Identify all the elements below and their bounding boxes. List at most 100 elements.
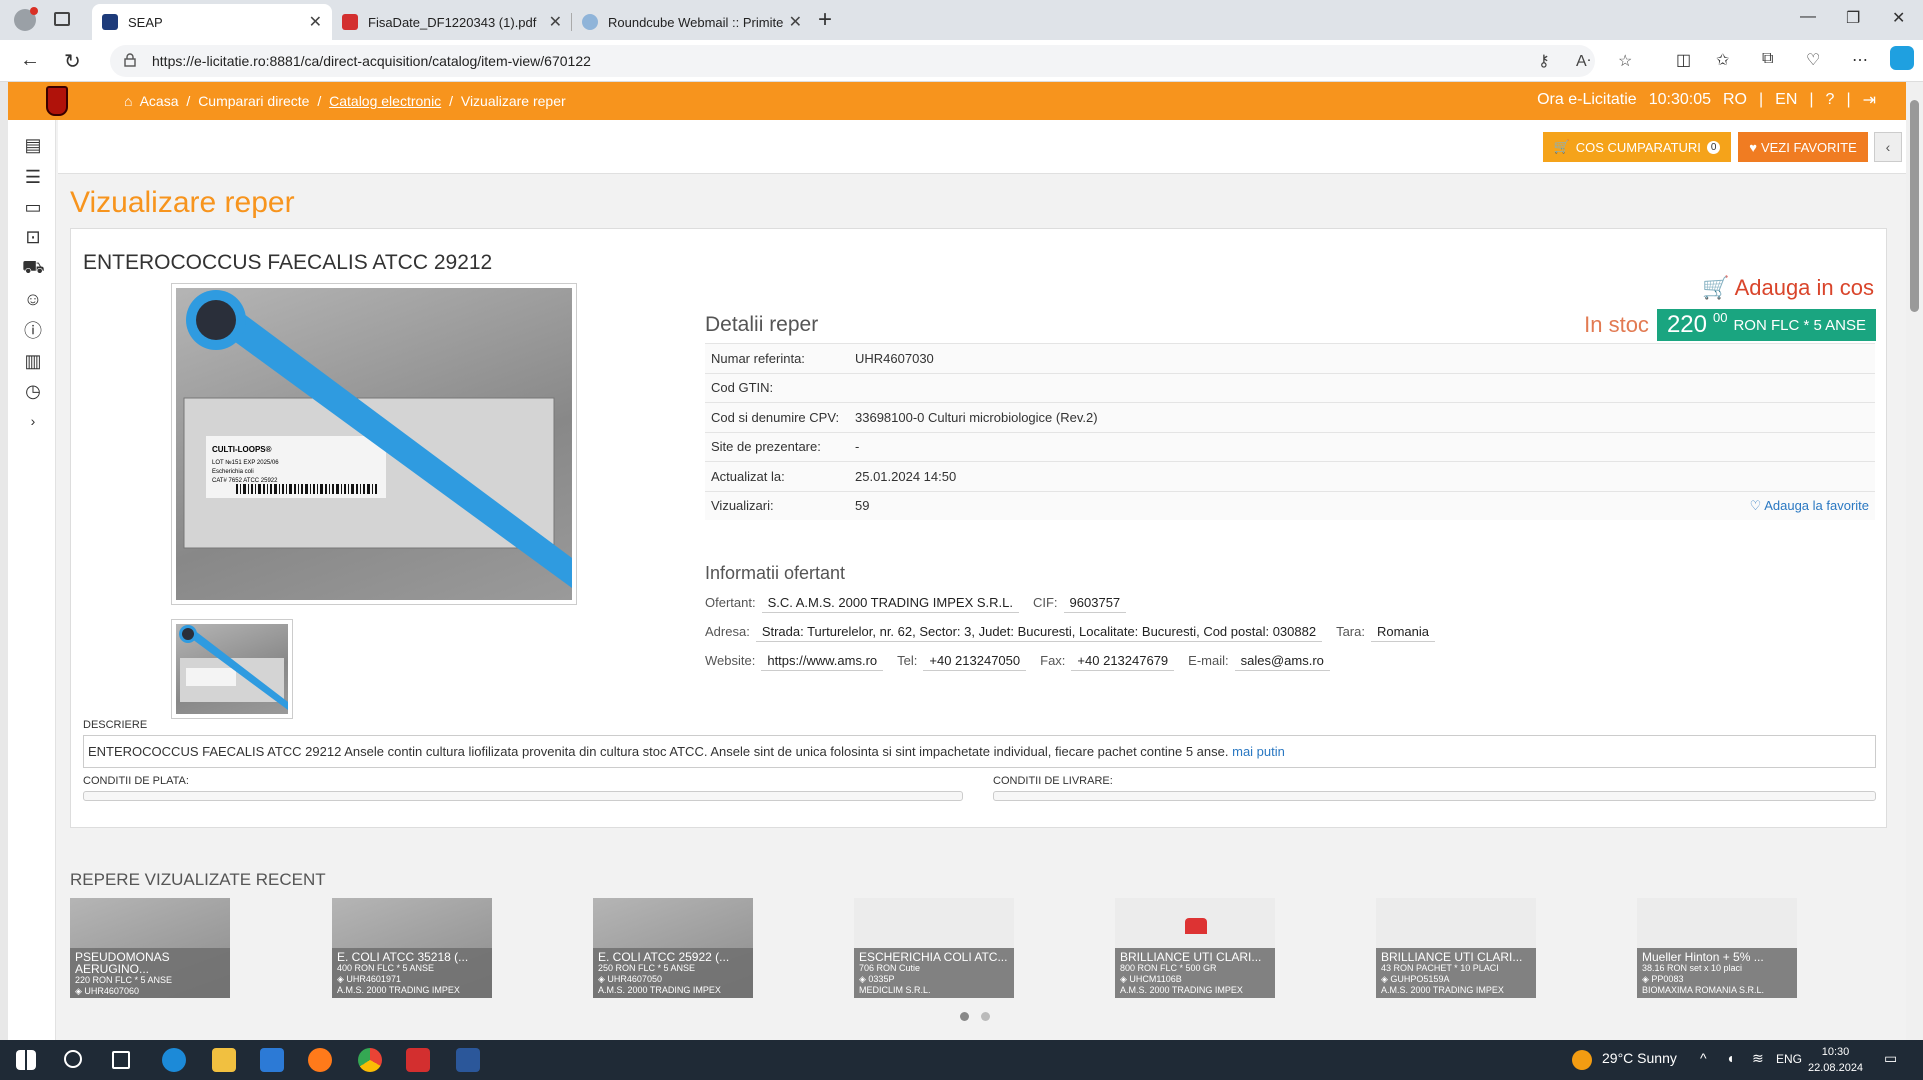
- svg-text:CAT# 7652 ATCC 25922: CAT# 7652 ATCC 25922: [212, 478, 278, 484]
- copilot-icon[interactable]: [1890, 46, 1914, 70]
- notifications-icon[interactable]: ▭: [1884, 1050, 1897, 1067]
- cart-icon: 🛒: [1702, 275, 1730, 300]
- item-main-image[interactable]: CULTI-LOOPS® LOT №151 EXP 2025/06 Escher…: [171, 283, 577, 605]
- search-icon[interactable]: [64, 1050, 82, 1068]
- profile-icon[interactable]: [14, 7, 38, 31]
- recent-item-card[interactable]: ESCHERICHIA COLI ATC... 706 RON Cutie ◈ 03…: [854, 898, 1014, 998]
- show-less-link[interactable]: mai putin: [1232, 744, 1285, 759]
- close-icon[interactable]: ✕: [309, 12, 322, 32]
- word-icon[interactable]: [456, 1048, 480, 1072]
- offerer-phone: +40 213247050: [923, 651, 1027, 671]
- stats-icon[interactable]: ▥: [22, 350, 44, 372]
- recent-item-card[interactable]: BRILLIANCE UTI CLARI... 43 RON PACHET * 1…: [1376, 898, 1536, 998]
- chrome-icon[interactable]: [358, 1048, 382, 1072]
- breadcrumb-home[interactable]: Acasa: [140, 93, 179, 109]
- browser-tab-pdf[interactable]: FisaDate_DF1220343 (1).pdf ✕: [332, 4, 572, 40]
- lang-ro-link[interactable]: RO: [1723, 91, 1747, 109]
- tab-title: SEAP: [128, 14, 163, 30]
- add-favorite-link[interactable]: ♡ Adauga la favorite: [1750, 498, 1869, 514]
- add-to-cart-link[interactable]: 🛒 Adauga in cos: [1702, 275, 1874, 301]
- recent-item-card[interactable]: E. COLI ATCC 25922 (... 250 RON FLC * 5 A…: [593, 898, 753, 998]
- scrollbar-thumb[interactable]: [1910, 100, 1919, 312]
- collections-icon[interactable]: ⧉: [1762, 50, 1773, 68]
- truck-icon[interactable]: ⛟: [22, 256, 45, 278]
- weather-icon[interactable]: [1572, 1050, 1592, 1070]
- detail-row: Cod si denumire CPV: 33698100-0 Culturi m…: [705, 402, 1875, 432]
- notes-icon[interactable]: ▤: [22, 134, 44, 156]
- details-table: Numar referinta: UHR4607030 Cod GTIN: Cod…: [705, 343, 1875, 520]
- collapse-button[interactable]: ‹: [1874, 132, 1902, 162]
- weather-text[interactable]: 29°C Sunny: [1602, 1050, 1677, 1066]
- history-icon[interactable]: ◷: [22, 380, 44, 402]
- restore-button[interactable]: ❐: [1846, 8, 1860, 28]
- more-menu-icon[interactable]: ⋯: [1852, 50, 1868, 70]
- minimize-button[interactable]: —: [1800, 8, 1816, 26]
- price-unit: RON FLC * 5 ANSE: [1733, 316, 1866, 334]
- carousel-dot[interactable]: [981, 1012, 990, 1021]
- view-favorites-button[interactable]: ♥ VEZI FAVORITE: [1738, 132, 1868, 162]
- wifi-icon[interactable]: ≋: [1752, 1050, 1764, 1067]
- volume-icon[interactable]: ◖: [1726, 1050, 1734, 1066]
- offerer-email[interactable]: sales@ams.ro: [1234, 651, 1330, 671]
- store-icon[interactable]: [260, 1048, 284, 1072]
- pdf-icon: [342, 14, 358, 30]
- new-tab-button[interactable]: +: [818, 6, 832, 34]
- lang-en-link[interactable]: EN: [1775, 91, 1797, 109]
- detail-row: Numar referinta: UHR4607030: [705, 343, 1875, 373]
- recent-item-card[interactable]: BRILLIANCE UTI CLARI... 800 RON FLC * 500…: [1115, 898, 1275, 998]
- breadcrumb-catalog[interactable]: Catalog electronic: [329, 93, 441, 109]
- recent-item-card[interactable]: Mueller Hinton + 5% ... 38.16 RON set x 1…: [1637, 898, 1797, 998]
- task-view-icon[interactable]: [112, 1051, 130, 1069]
- expand-icon[interactable]: ›: [22, 410, 44, 432]
- stock-price: In stoc 220 00 RON FLC * 5 ANSE: [1584, 309, 1876, 341]
- cart-button[interactable]: 🛒 COS CUMPARATURI 0: [1543, 132, 1731, 162]
- heart-icon: ♥: [1749, 139, 1757, 155]
- tab-actions-icon[interactable]: [54, 12, 70, 26]
- key-icon[interactable]: ⚷: [1538, 51, 1550, 71]
- file-explorer-icon[interactable]: [212, 1048, 236, 1072]
- alert-icon[interactable]: ⓘ: [22, 320, 44, 342]
- taskbar-clock[interactable]: 10:30 22.08.2024: [1808, 1044, 1863, 1076]
- edge-icon[interactable]: [162, 1048, 186, 1072]
- read-aloud-icon[interactable]: Aᐧ: [1576, 51, 1591, 71]
- catalog-icon[interactable]: ⊡: [22, 226, 44, 248]
- recent-item-card[interactable]: E. COLI ATCC 35218 (... 400 RON FLC * 5 A…: [332, 898, 492, 998]
- favorites-icon[interactable]: ✩: [1716, 50, 1729, 70]
- help-icon[interactable]: ?: [1826, 91, 1835, 109]
- stock-label: In stoc: [1584, 312, 1649, 337]
- tray-chevron-icon[interactable]: ^: [1700, 1050, 1707, 1066]
- documents-icon[interactable]: ▭: [22, 196, 44, 218]
- browser-essentials-icon[interactable]: ♡: [1806, 50, 1820, 70]
- close-window-button[interactable]: ✕: [1892, 8, 1905, 28]
- favorite-star-icon[interactable]: ☆: [1618, 51, 1632, 71]
- breadcrumb-direct-purchases[interactable]: Cumparari directe: [198, 93, 309, 109]
- logout-icon[interactable]: ⇥: [1863, 90, 1876, 110]
- payment-terms-label: CONDITII DE PLATA:: [83, 775, 189, 787]
- back-icon[interactable]: ←: [20, 49, 40, 72]
- item-title: ENTEROCOCCUS FAECALIS ATCC 29212: [83, 251, 493, 274]
- offerer-line-1: Ofertant: S.C. A.M.S. 2000 TRADING IMPEX …: [705, 593, 1134, 613]
- input-language[interactable]: ENG: [1776, 1052, 1802, 1066]
- item-thumbnail[interactable]: [171, 619, 293, 719]
- top-navigation: ⌂ Acasa / Cumparari directe / Catalog el…: [8, 82, 1906, 120]
- browser-tab-seap[interactable]: SEAP ✕: [92, 4, 332, 40]
- split-screen-icon[interactable]: ◫: [1676, 50, 1691, 70]
- close-icon[interactable]: ✕: [549, 12, 562, 32]
- list-icon[interactable]: ☰: [22, 166, 44, 188]
- refresh-icon[interactable]: ↻: [64, 49, 81, 74]
- favorites-label: VEZI FAVORITE: [1760, 139, 1857, 155]
- offerer-line-2: Adresa: Strada: Turturelelor, nr. 62, Sec…: [705, 622, 1443, 642]
- close-icon[interactable]: ✕: [789, 12, 802, 32]
- user-icon[interactable]: ☺: [22, 288, 44, 310]
- url-field[interactable]: https://e-licitatie.ro:8881/ca/direct-ac…: [110, 45, 1632, 77]
- browser-tab-roundcube[interactable]: Roundcube Webmail :: Primite ✕: [572, 4, 812, 40]
- offerer-website[interactable]: https://www.ams.ro: [761, 651, 884, 671]
- vertical-scrollbar[interactable]: [1906, 82, 1923, 1040]
- recent-item-card[interactable]: PSEUDOMONAS AERUGINO... 220 RON FLC * 5 A…: [70, 898, 230, 998]
- carousel-dot[interactable]: [960, 1012, 969, 1021]
- firefox-icon[interactable]: [308, 1048, 332, 1072]
- windows-start-icon[interactable]: [16, 1050, 36, 1070]
- acrobat-icon[interactable]: [406, 1048, 430, 1072]
- home-icon[interactable]: ⌂: [124, 93, 132, 109]
- seap-logo[interactable]: [46, 86, 68, 116]
